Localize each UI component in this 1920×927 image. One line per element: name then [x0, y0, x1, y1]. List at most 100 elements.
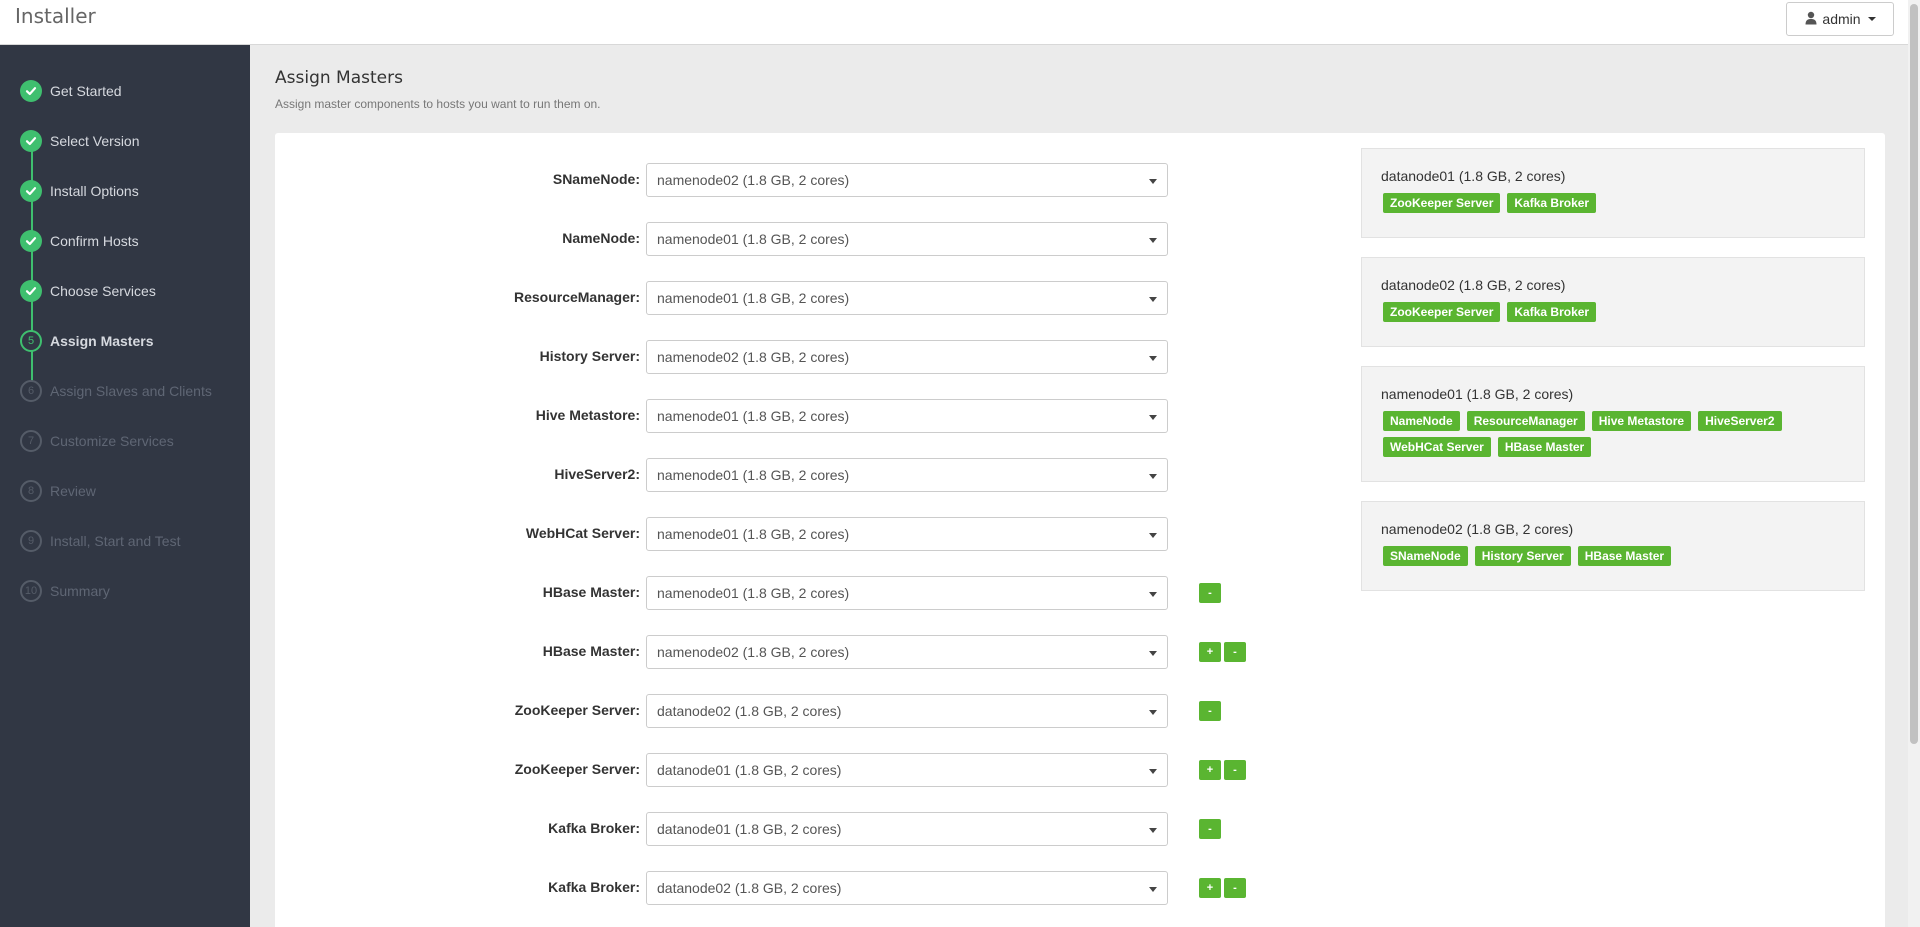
wizard-step[interactable]: 5 Assign Masters	[0, 326, 250, 356]
wizard-step[interactable]: Choose Services	[0, 276, 250, 306]
component-tag: ZooKeeper Server	[1383, 302, 1501, 322]
component-tags: ZooKeeper Server Kafka Broker	[1383, 193, 1853, 213]
component-tag: HiveServer2	[1698, 411, 1782, 431]
component-label: ZooKeeper Server:	[514, 761, 640, 777]
host-select[interactable]: namenode02 (1.8 GB, 2 cores)	[646, 340, 1168, 374]
chevron-down-icon	[1149, 533, 1157, 538]
host-select[interactable]: namenode01 (1.8 GB, 2 cores)	[646, 222, 1168, 256]
host-select[interactable]: namenode01 (1.8 GB, 2 cores)	[646, 399, 1168, 433]
scrollbar-thumb[interactable]	[1910, 4, 1918, 744]
component-tag: Kafka Broker	[1507, 193, 1597, 213]
assignment-row: ResourceManager: namenode01 (1.8 GB, 2 co…	[275, 281, 1275, 315]
wizard-step-label: Assign Masters	[50, 333, 154, 349]
wizard-step-label: Select Version	[50, 133, 140, 149]
component-tag: ZooKeeper Server	[1383, 193, 1501, 213]
remove-component-button[interactable]: -	[1224, 760, 1246, 780]
assignment-row: Hive Metastore: namenode01 (1.8 GB, 2 cor…	[275, 399, 1275, 433]
host-select-value: namenode01 (1.8 GB, 2 cores)	[657, 290, 850, 306]
component-tag: Hive Metastore	[1591, 411, 1692, 431]
host-select[interactable]: datanode02 (1.8 GB, 2 cores)	[646, 694, 1168, 728]
component-label: WebHCat Server:	[525, 525, 640, 541]
check-icon	[20, 80, 42, 102]
host-select[interactable]: namenode01 (1.8 GB, 2 cores)	[646, 458, 1168, 492]
host-select[interactable]: datanode02 (1.8 GB, 2 cores)	[646, 871, 1168, 905]
component-label: ResourceManager:	[513, 289, 640, 305]
assignment-row: ZooKeeper Server: datanode02 (1.8 GB, 2 c…	[275, 694, 1275, 728]
wizard-step[interactable]: Confirm Hosts	[0, 226, 250, 256]
chevron-down-icon	[1149, 474, 1157, 479]
host-select-value: namenode02 (1.8 GB, 2 cores)	[657, 644, 850, 660]
component-label: ZooKeeper Server:	[514, 702, 640, 718]
component-tag: History Server	[1474, 546, 1571, 566]
component-label: HiveServer2:	[554, 466, 640, 482]
component-tag: WebHCat Server	[1383, 437, 1491, 457]
wizard-step[interactable]: Get Started	[0, 76, 250, 106]
host-select[interactable]: namenode01 (1.8 GB, 2 cores)	[646, 517, 1168, 551]
row-actions: + -	[1199, 760, 1246, 780]
host-select-value: namenode01 (1.8 GB, 2 cores)	[657, 526, 850, 542]
assignment-row: HBase Master: namenode01 (1.8 GB, 2 cores…	[275, 576, 1275, 610]
add-component-button[interactable]: +	[1199, 878, 1221, 898]
wizard-step[interactable]: Select Version	[0, 126, 250, 156]
chevron-down-icon	[1149, 710, 1157, 715]
remove-component-button[interactable]: -	[1199, 819, 1221, 839]
remove-component-button[interactable]: -	[1224, 642, 1246, 662]
host-select[interactable]: datanode01 (1.8 GB, 2 cores)	[646, 753, 1168, 787]
component-label: HBase Master:	[542, 584, 640, 600]
check-icon	[20, 230, 42, 252]
chevron-down-icon	[1149, 592, 1157, 597]
wizard-step: 6 Assign Slaves and Clients	[0, 376, 250, 406]
wizard-step-label: Choose Services	[50, 283, 156, 299]
host-select[interactable]: namenode02 (1.8 GB, 2 cores)	[646, 163, 1168, 197]
component-label: History Server:	[539, 348, 640, 364]
user-menu-button[interactable]: admin	[1786, 2, 1894, 36]
host-select[interactable]: datanode01 (1.8 GB, 2 cores)	[646, 812, 1168, 846]
row-actions: -	[1199, 701, 1221, 721]
host-select[interactable]: namenode01 (1.8 GB, 2 cores)	[646, 576, 1168, 610]
check-icon	[20, 280, 42, 302]
component-tag: HBase Master	[1577, 546, 1672, 566]
row-actions: -	[1199, 819, 1221, 839]
page-subtitle: Assign master components to hosts you wa…	[275, 97, 601, 111]
add-component-button[interactable]: +	[1199, 760, 1221, 780]
host-select[interactable]: namenode02 (1.8 GB, 2 cores)	[646, 635, 1168, 669]
wizard-sidebar: Get Started Select Version Install Options…	[0, 45, 250, 927]
assignment-row: HBase Master: namenode02 (1.8 GB, 2 cores…	[275, 635, 1275, 669]
remove-component-button[interactable]: -	[1199, 701, 1221, 721]
remove-component-button[interactable]: -	[1199, 583, 1221, 603]
host-card: datanode01 (1.8 GB, 2 cores) ZooKeeper Se…	[1361, 148, 1865, 238]
wizard-step-label: Install Options	[50, 183, 139, 199]
host-select-value: namenode02 (1.8 GB, 2 cores)	[657, 349, 850, 365]
component-label: Kafka Broker:	[548, 879, 640, 895]
chevron-down-icon	[1149, 356, 1157, 361]
component-tag: NameNode	[1383, 411, 1460, 431]
component-label: NameNode:	[562, 230, 640, 246]
user-icon	[1804, 11, 1818, 28]
wizard-step-label: Customize Services	[50, 433, 174, 449]
host-select-value: namenode02 (1.8 GB, 2 cores)	[657, 172, 850, 188]
component-tag: Kafka Broker	[1507, 302, 1597, 322]
component-label: HBase Master:	[542, 643, 640, 659]
wizard-step[interactable]: Install Options	[0, 176, 250, 206]
user-name: admin	[1822, 11, 1861, 27]
step-number: 5	[20, 330, 42, 352]
host-select[interactable]: namenode01 (1.8 GB, 2 cores)	[646, 281, 1168, 315]
remove-component-button[interactable]: -	[1224, 878, 1246, 898]
wizard-step-label: Confirm Hosts	[50, 233, 139, 249]
assignment-row: WebHCat Server: namenode01 (1.8 GB, 2 cor…	[275, 517, 1275, 551]
chevron-down-icon	[1867, 17, 1876, 21]
wizard-step-label: Review	[50, 483, 96, 499]
page-scrollbar[interactable]	[1908, 0, 1920, 927]
check-icon	[20, 180, 42, 202]
app-title: Installer	[15, 4, 96, 28]
step-number: 8	[20, 480, 42, 502]
component-tags: SNameNode History Server HBase Master	[1383, 546, 1853, 566]
host-card: namenode01 (1.8 GB, 2 cores) NameNode Reso…	[1361, 366, 1865, 482]
chevron-down-icon	[1149, 828, 1157, 833]
host-select-value: namenode01 (1.8 GB, 2 cores)	[657, 467, 850, 483]
row-actions: + -	[1199, 878, 1246, 898]
chevron-down-icon	[1149, 238, 1157, 243]
assignment-row: HiveServer2: namenode01 (1.8 GB, 2 cores)	[275, 458, 1275, 492]
step-number: 10	[20, 580, 42, 602]
add-component-button[interactable]: +	[1199, 642, 1221, 662]
